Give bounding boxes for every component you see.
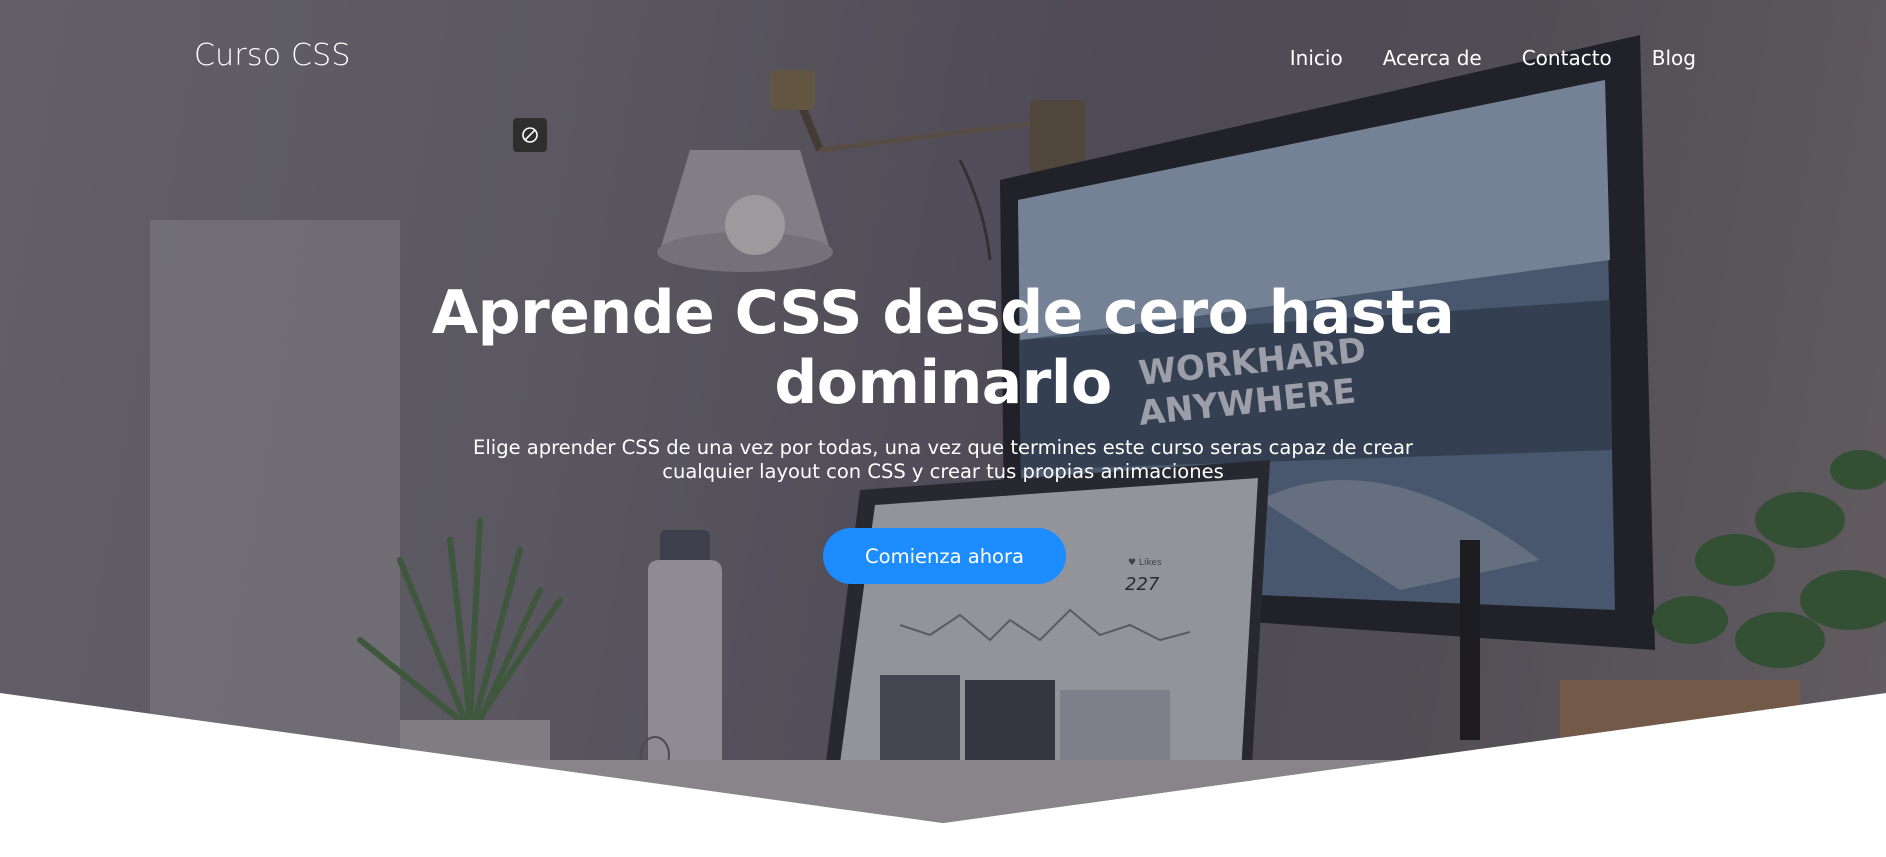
- hero-title: Aprende CSS desde cero hasta dominarlo: [431, 278, 1455, 418]
- nav-link-acerca-de[interactable]: Acerca de: [1383, 46, 1482, 70]
- hero-section: WORKHARD ANYWHERE 227 ♥ Likes: [0, 0, 1886, 823]
- nav-link-blog[interactable]: Blog: [1652, 46, 1696, 70]
- nav-link-inicio[interactable]: Inicio: [1290, 46, 1343, 70]
- main-menu: Inicio Acerca de Contacto Blog: [1290, 46, 1696, 70]
- hero-subtitle: Elige aprender CSS de una vez por todas,…: [473, 436, 1413, 483]
- site-logo[interactable]: Curso CSS: [194, 38, 351, 73]
- block-icon[interactable]: [513, 118, 547, 152]
- nav-link-contacto[interactable]: Contacto: [1522, 46, 1612, 70]
- hero-dark-overlay: [0, 0, 1886, 823]
- no-entry-icon: [522, 127, 538, 143]
- cta-comienza-ahora-button[interactable]: Comienza ahora: [823, 528, 1066, 584]
- navbar: Curso CSS Inicio Acerca de Contacto Blog: [0, 0, 1886, 118]
